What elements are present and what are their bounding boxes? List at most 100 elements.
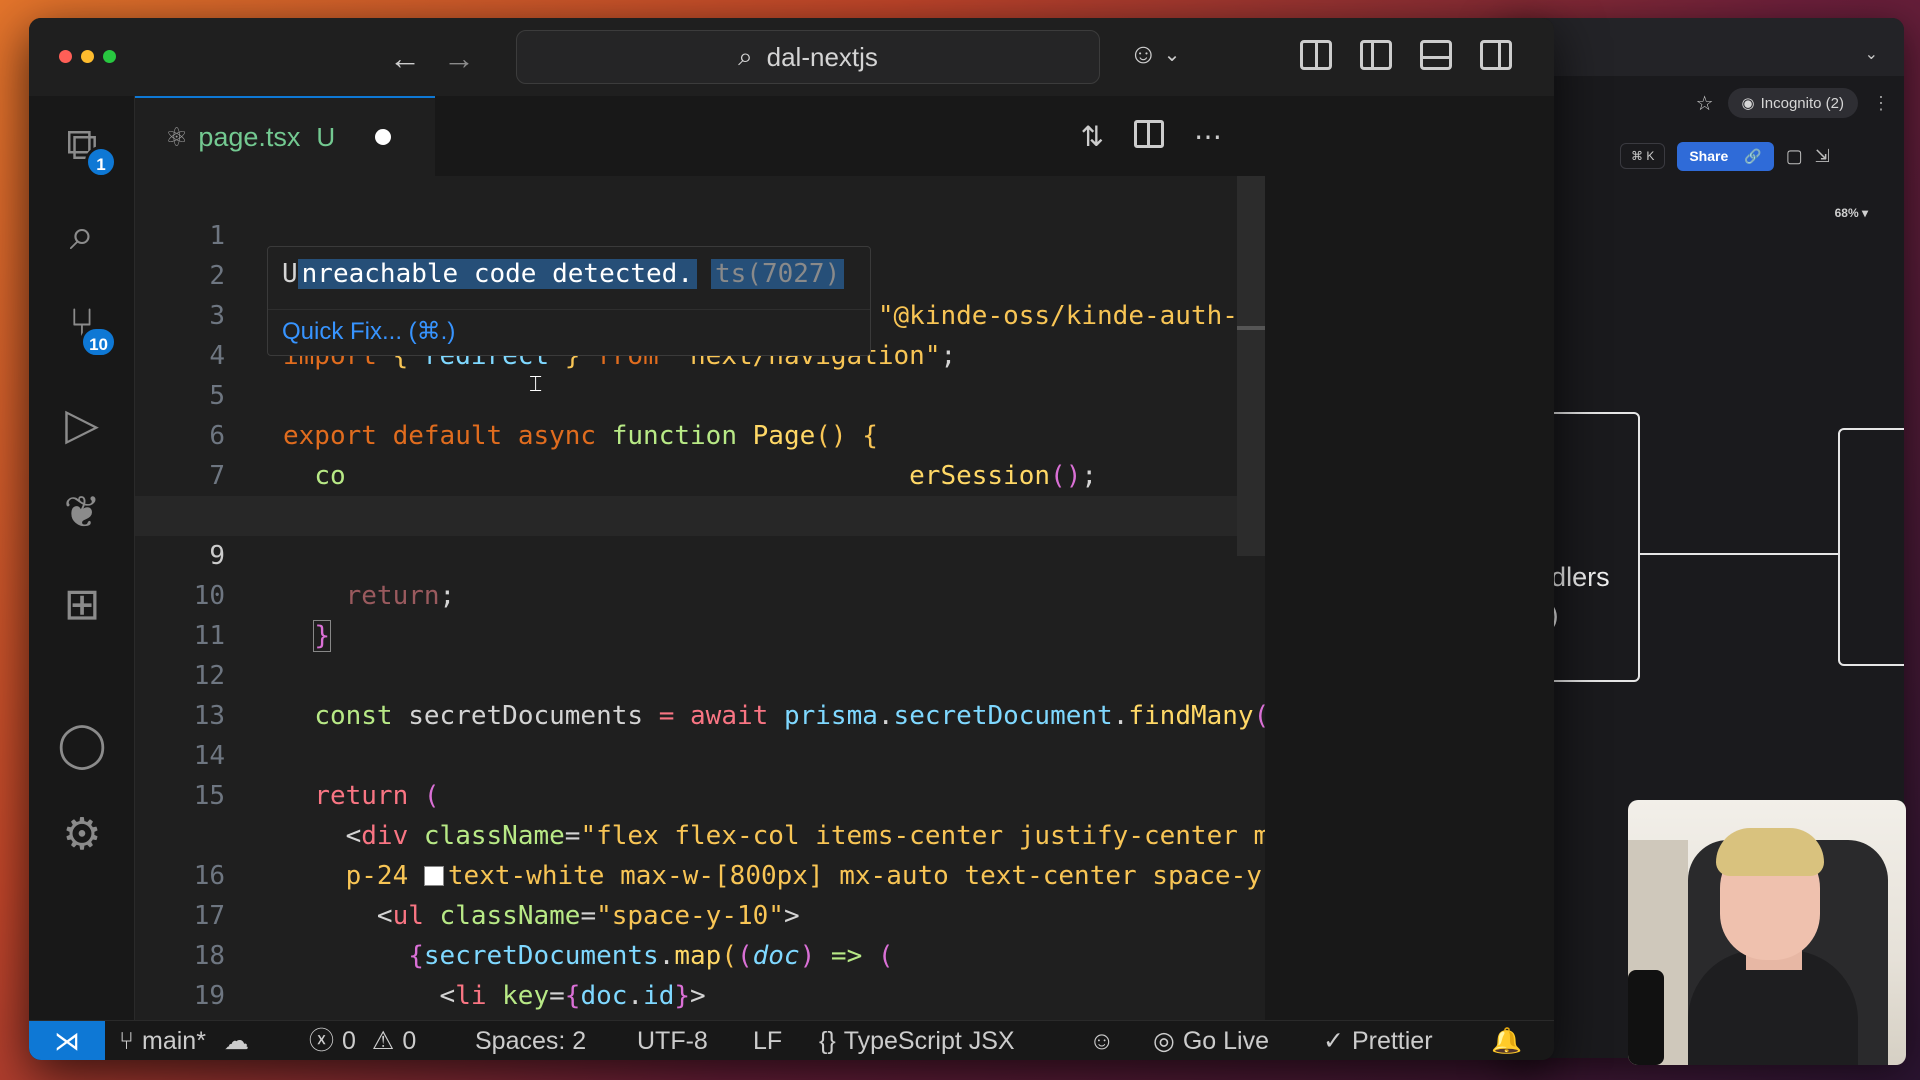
- warning-icon: ⚠: [371, 1027, 395, 1055]
- toggle-panel-icon[interactable]: [1420, 40, 1452, 70]
- hover-divider: [268, 309, 870, 310]
- source-control-badge: 10: [80, 326, 117, 358]
- react-file-icon: ⚛: [165, 121, 189, 152]
- search-icon[interactable]: ⌕: [53, 206, 111, 264]
- back-arrow-icon[interactable]: ←: [389, 40, 421, 77]
- split-editor-icon[interactable]: [1134, 120, 1164, 148]
- prettier-label: Prettier: [1351, 1027, 1433, 1055]
- code-line[interactable]: 20 <p>{doc.content}</p>: [135, 976, 1265, 1016]
- minimize-window-button[interactable]: [81, 50, 94, 63]
- bookmark-star-icon[interactable]: ☆: [1696, 91, 1714, 116]
- accounts-icon[interactable]: ◯: [53, 716, 111, 774]
- chevron-down-icon[interactable]: ⌄: [1865, 44, 1878, 64]
- status-bar: ⋊ ⑂ main* ☁ ⓧ 0 ⚠ 0 Spaces: 2 UTF-8 LF {…: [29, 1020, 1554, 1060]
- branch-indicator[interactable]: ⑂ main* ☁: [119, 1021, 249, 1060]
- tab-filename: page.tsx: [198, 121, 301, 152]
- toggle-secondary-sidebar-icon[interactable]: [1480, 40, 1512, 70]
- sync-cloud-icon: ☁: [223, 1027, 249, 1055]
- code-line[interactable]: 7 if: [135, 416, 1265, 531]
- command-shortcut[interactable]: ⌘ K: [1620, 143, 1666, 169]
- prettier-status[interactable]: ✓ Prettier: [1323, 1021, 1433, 1060]
- code-line[interactable]: 6 co erSession();: [135, 376, 1265, 491]
- quick-fix-link[interactable]: Quick Fix... (⌘.): [282, 317, 455, 346]
- workspace-name: dal-nextjs: [766, 41, 878, 72]
- open-changes-icon[interactable]: ⇅: [1081, 120, 1104, 153]
- browser-menu-icon[interactable]: ⋮: [1872, 93, 1890, 114]
- code-line[interactable]: 19 <h2 className="text-2xl font-bold">Se…: [135, 936, 1265, 1011]
- language-mode[interactable]: {} TypeScript JSX: [819, 1021, 1015, 1060]
- explorer-badge: 1: [85, 146, 117, 178]
- code-line[interactable]: 11: [135, 576, 1265, 651]
- remote-indicator-icon[interactable]: ⋊: [29, 1021, 105, 1060]
- code-line[interactable]: 13: [135, 656, 1265, 731]
- search-icon: ⌕: [738, 41, 753, 71]
- cam-microphone: [1628, 970, 1664, 1065]
- customize-layout-icon[interactable]: [1300, 40, 1332, 70]
- more-actions-icon[interactable]: ⋯: [1194, 120, 1222, 153]
- branch-name: main*: [142, 1027, 206, 1055]
- diagnostic-message-text: nreachable code detected.: [297, 259, 697, 289]
- go-live-label: Go Live: [1182, 1027, 1269, 1055]
- diagnostic-message: Unreachable code detected. ts(7027): [282, 259, 845, 289]
- code-line[interactable]: p-24 text-white max-w-[800px] mx-auto te…: [135, 776, 1265, 891]
- checkmark-icon: ✓: [1323, 1027, 1344, 1055]
- code-line[interactable]: 1 import { prisma } from "@/lib/db";: [135, 176, 1265, 291]
- mongodb-leaf-icon[interactable]: ❦: [53, 484, 111, 542]
- share-button[interactable]: Share 🔗: [1677, 141, 1774, 171]
- zoom-level[interactable]: 68% ▾: [1835, 206, 1868, 220]
- webcam-overlay: [1628, 800, 1906, 1065]
- link-icon: 🔗: [1744, 147, 1762, 164]
- tab-page-tsx[interactable]: ⚛ page.tsx U: [135, 96, 435, 176]
- vertical-scrollbar[interactable]: [1237, 176, 1265, 556]
- chevron-down-icon: ⌄: [1163, 43, 1181, 66]
- code-line[interactable]: 18 <li key={doc.id}>: [135, 896, 1265, 1011]
- code-line[interactable]: 12 const secretDocuments = await prisma.…: [135, 616, 1265, 731]
- share-label: Share: [1689, 148, 1729, 164]
- explorer-icon[interactable]: ⧉ 1: [53, 116, 117, 178]
- window-controls: [59, 50, 116, 63]
- language-label: TypeScript JSX: [843, 1027, 1015, 1055]
- close-window-button[interactable]: [59, 50, 72, 63]
- comment-icon[interactable]: ▢: [1786, 146, 1803, 167]
- browser-toolbar: ☆ ◉ Incognito (2) ⋮: [1500, 80, 1904, 126]
- extensions-icon[interactable]: ⊞: [53, 576, 111, 634]
- code-line[interactable]: 15 <div className="flex flex-col items-c…: [135, 736, 1265, 851]
- export-icon[interactable]: ⇲: [1815, 146, 1830, 167]
- maximize-window-button[interactable]: [103, 50, 116, 63]
- copilot-icon: ☺: [1129, 38, 1158, 69]
- copilot-status-icon[interactable]: ☺: [1089, 1021, 1115, 1060]
- broadcast-icon: ◎: [1153, 1027, 1175, 1055]
- error-icon: ⓧ: [309, 1027, 335, 1055]
- diagram-box[interactable]: [1838, 428, 1904, 666]
- run-debug-icon[interactable]: ▷: [53, 396, 111, 454]
- unsaved-dot-icon[interactable]: [375, 129, 392, 145]
- problems-indicator[interactable]: ⓧ 0 ⚠ 0: [309, 1021, 416, 1060]
- code-line[interactable]: 8: [135, 456, 1265, 531]
- mouse-pointer-icon: ⌶: [529, 371, 543, 396]
- tab-git-status: U: [316, 121, 336, 152]
- incognito-icon: ◉: [1741, 95, 1755, 112]
- go-live-button[interactable]: ◎ Go Live: [1153, 1021, 1269, 1060]
- forward-arrow-icon[interactable]: →: [443, 40, 475, 77]
- app-toolbar: ⌘ K Share 🔗 ▢ ⇲: [1620, 138, 1904, 174]
- encoding-indicator[interactable]: UTF-8: [637, 1021, 708, 1060]
- incognito-indicator[interactable]: ◉ Incognito (2): [1727, 88, 1858, 118]
- indentation-indicator[interactable]: Spaces: 2: [475, 1021, 586, 1060]
- code-line[interactable]: 17 {secretDocuments.map((doc) => (: [135, 856, 1265, 971]
- code-line[interactable]: 16 <ul className="space-y-10">: [135, 816, 1265, 931]
- code-line[interactable]: 10 }: [135, 536, 1265, 652]
- copilot-menu[interactable]: ☺ ⌄: [1129, 38, 1180, 70]
- notifications-bell-icon[interactable]: 🔔: [1491, 1021, 1522, 1060]
- code-line[interactable]: 14 return (: [135, 696, 1265, 811]
- error-count: 0: [342, 1027, 356, 1055]
- diagnostic-hover: Unreachable code detected. ts(7027) Quic…: [267, 246, 871, 356]
- incognito-label: Incognito (2): [1760, 94, 1844, 112]
- source-control-icon[interactable]: ⑂ 10: [53, 296, 117, 358]
- settings-gear-icon[interactable]: ⚙: [53, 806, 111, 864]
- command-center-search[interactable]: ⌕ dal-nextjs: [516, 30, 1100, 84]
- toggle-primary-sidebar-icon[interactable]: [1360, 40, 1392, 70]
- diagnostic-code[interactable]: ts(7027): [711, 259, 845, 289]
- layout-controls: [1300, 40, 1512, 70]
- code-line-current[interactable]: 9 return;: [135, 496, 1265, 611]
- eol-indicator[interactable]: LF: [753, 1021, 782, 1060]
